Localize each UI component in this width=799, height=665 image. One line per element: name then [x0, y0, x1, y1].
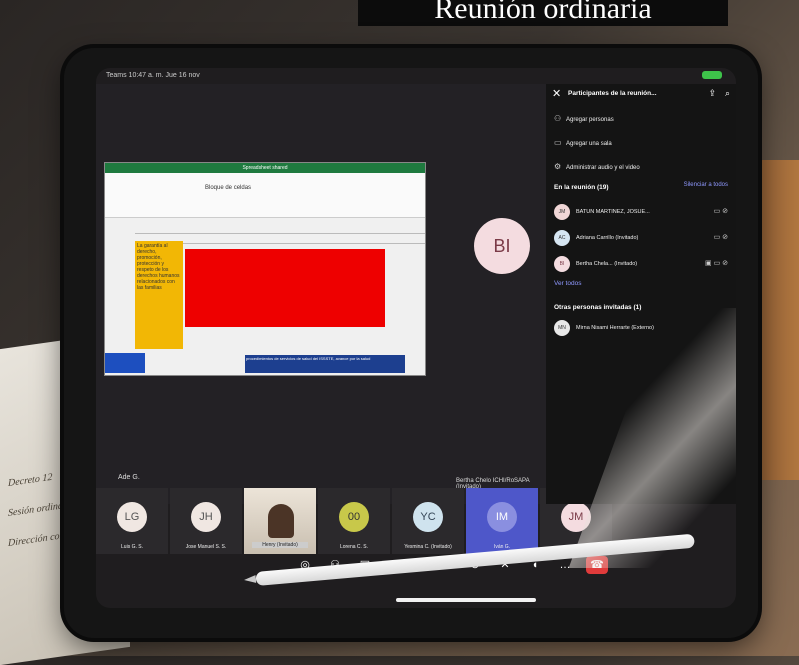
participant-video-tile[interactable]: Henry (Invitado) [244, 488, 316, 554]
close-icon[interactable]: ✕ [552, 87, 561, 100]
participant-name: Yesmina C. (Invitado) [404, 544, 452, 550]
participants-panel: ✕ Participantes de la reunión... ⇪ ⌕ ⚇ Ag… [546, 84, 736, 504]
participant-name: Luis G. S. [121, 544, 143, 550]
hangup-icon[interactable]: ☎ [586, 556, 608, 574]
audio-video-button[interactable]: ⚙ Administrar audio y el video [554, 162, 640, 171]
add-person-icon: ⚇ [554, 114, 562, 123]
battery-icon [702, 71, 722, 79]
panel-header: ✕ Participantes de la reunión... ⇪ ⌕ [546, 84, 736, 104]
in-meeting-header: En la reunión (19) [554, 184, 609, 191]
participant-controls-icon[interactable]: ▭ ⊘ [714, 233, 728, 241]
room-icon: ▭ [554, 138, 562, 147]
participant-tile[interactable]: JH Jose Manuel S. S. [170, 488, 242, 554]
video-caption-banner: Reunión ordinaria [358, 0, 728, 26]
blue-cell-text: procedimientos de servicios de salud del… [245, 355, 405, 373]
avatar: YC [413, 502, 443, 532]
participant-row[interactable]: AC Adriana Carrillo (Invitado) ▭ ⊘ [554, 228, 730, 250]
invited-name: Mirna Nisami Herrarte (Externo) [576, 325, 654, 331]
participant-name: Jose Manuel S. S. [185, 544, 227, 550]
participant-avatar-large: BI [474, 218, 530, 274]
participant-tile[interactable]: 00 Lorena C. S. [318, 488, 390, 554]
avatar: LG [117, 502, 147, 532]
toolbar-label: Bloque de celdas [205, 185, 252, 191]
participant-name: BATUN MARTINEZ, JOSUE... [576, 209, 650, 215]
avatar: MN [554, 320, 570, 336]
tablet-screen: Teams 10:47 a. m. Jue 16 nov Spreadsheet… [96, 68, 736, 608]
avatar: 00 [339, 502, 369, 532]
participant-controls-icon[interactable]: ▣ ▭ ⊘ [705, 259, 728, 267]
others-invited-header: Otras personas invitadas (1) [554, 304, 642, 311]
spreadsheet-title-bar: Spreadsheet shared [105, 163, 425, 173]
participant-row[interactable]: JM BATUN MARTINEZ, JOSUE... ▭ ⊘ [554, 202, 730, 224]
avatar: AC [554, 230, 570, 246]
panel-title: Participantes de la reunión... [568, 90, 657, 97]
avatar: JM [554, 204, 570, 220]
participant-controls-icon[interactable]: ▭ ⊘ [714, 207, 728, 215]
spreadsheet-toolbar: Bloque de celdas [105, 173, 425, 218]
participant-tile[interactable]: YC Yesmina C. (Invitado) [392, 488, 464, 554]
share-out-icon[interactable]: ⇪ [708, 88, 716, 99]
participant-name: Adriana Carrillo (Invitado) [576, 235, 639, 241]
add-people-button[interactable]: ⚇ Agregar personas [554, 114, 614, 123]
mute-all-link[interactable]: Silenciar a todos [684, 182, 728, 188]
blue-cell [105, 353, 145, 373]
participant-row[interactable]: BI Bertha Chela... (Invitado) ▣ ▭ ⊘ [554, 254, 730, 276]
see-all-link[interactable]: Ver todos [554, 280, 581, 287]
avatar: JM [561, 502, 591, 532]
participant-name: Lorena C. S. [339, 544, 369, 550]
search-icon[interactable]: ⌕ [725, 88, 730, 99]
participant-video [268, 504, 294, 538]
shared-screen[interactable]: Spreadsheet shared Bloque de celdas La g… [104, 162, 426, 376]
stage-small-label: Ade G. [118, 474, 140, 481]
yellow-cell: La garantía al derecho, promoción, prote… [135, 241, 183, 349]
add-room-button[interactable]: ▭ Agregar una sala [554, 138, 612, 147]
avatar: JH [191, 502, 221, 532]
participant-tile[interactable]: LG Luis G. S. [96, 488, 168, 554]
status-bar: Teams 10:47 a. m. Jue 16 nov [96, 68, 736, 84]
home-indicator[interactable] [396, 598, 536, 602]
gear-icon: ⚙ [554, 162, 562, 171]
meeting-stage: Spreadsheet shared Bloque de celdas La g… [96, 84, 546, 504]
invited-row[interactable]: MN Mirna Nisami Herrarte (Externo) [554, 318, 730, 340]
status-time: Teams 10:47 a. m. Jue 16 nov [106, 72, 200, 79]
avatar: IM [487, 502, 517, 532]
participant-name: Henry (Invitado) [252, 542, 308, 548]
avatar: BI [554, 256, 570, 272]
red-cell-block [185, 249, 385, 327]
participant-tile-active[interactable]: IM Iván G. [466, 488, 538, 554]
participant-name: Bertha Chela... (Invitado) [576, 261, 638, 267]
